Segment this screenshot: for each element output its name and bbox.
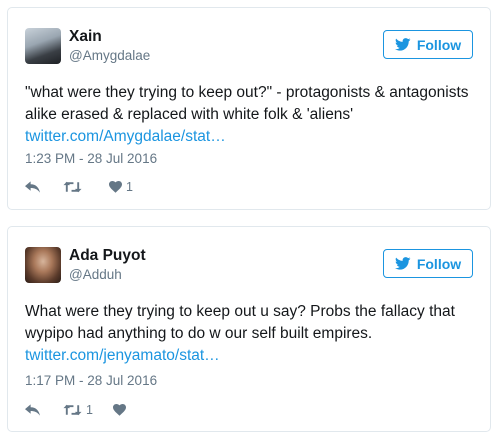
tweet-card: Xain @Amygdalae Follow "what were they t… — [7, 7, 491, 210]
tweet-link[interactable]: twitter.com/Amygdalae/stat… — [25, 128, 226, 145]
heart-icon — [109, 181, 122, 193]
tweet-link[interactable]: twitter.com/jenyamato/stat… — [25, 347, 220, 364]
like-button[interactable] — [113, 404, 130, 416]
screen-name[interactable]: @Amygdalae — [69, 48, 150, 63]
retweet-button[interactable] — [63, 181, 101, 193]
avatar[interactable] — [25, 247, 61, 283]
like-button[interactable]: 1 — [109, 180, 133, 194]
timestamp[interactable]: 1:17 PM - 28 Jul 2016 — [25, 373, 157, 388]
retweet-icon — [63, 181, 82, 193]
follow-button[interactable]: Follow — [383, 30, 473, 59]
tweet-actions: 1 — [25, 178, 133, 196]
tweet-body: What were they trying to keep out u say?… — [25, 303, 455, 342]
twitter-bird-icon — [394, 38, 411, 51]
tweet-text: What were they trying to keep out u say?… — [25, 301, 477, 367]
display-name[interactable]: Xain — [69, 28, 102, 46]
twitter-bird-icon — [394, 257, 411, 270]
like-count: 1 — [126, 180, 133, 194]
avatar[interactable] — [25, 28, 61, 64]
follow-button[interactable]: Follow — [383, 249, 473, 278]
tweet-body: "what were they trying to keep out?" - p… — [25, 84, 469, 123]
tweet-text: "what were they trying to keep out?" - p… — [25, 82, 477, 148]
follow-button-label: Follow — [416, 255, 462, 272]
follow-button-label: Follow — [416, 36, 462, 53]
display-name[interactable]: Ada Puyot — [69, 247, 146, 265]
retweet-count: 1 — [86, 403, 93, 417]
retweet-button[interactable]: 1 — [63, 403, 101, 417]
reply-icon — [25, 404, 40, 416]
reply-button[interactable] — [25, 404, 63, 416]
tweet-card: Ada Puyot @Adduh Follow What were they t… — [7, 226, 491, 432]
timestamp[interactable]: 1:23 PM - 28 Jul 2016 — [25, 151, 157, 166]
screen-name[interactable]: @Adduh — [69, 267, 122, 282]
tweet-actions: 1 — [25, 401, 130, 419]
heart-icon — [113, 404, 126, 416]
reply-icon — [25, 181, 40, 193]
retweet-icon — [63, 404, 82, 416]
reply-button[interactable] — [25, 181, 63, 193]
